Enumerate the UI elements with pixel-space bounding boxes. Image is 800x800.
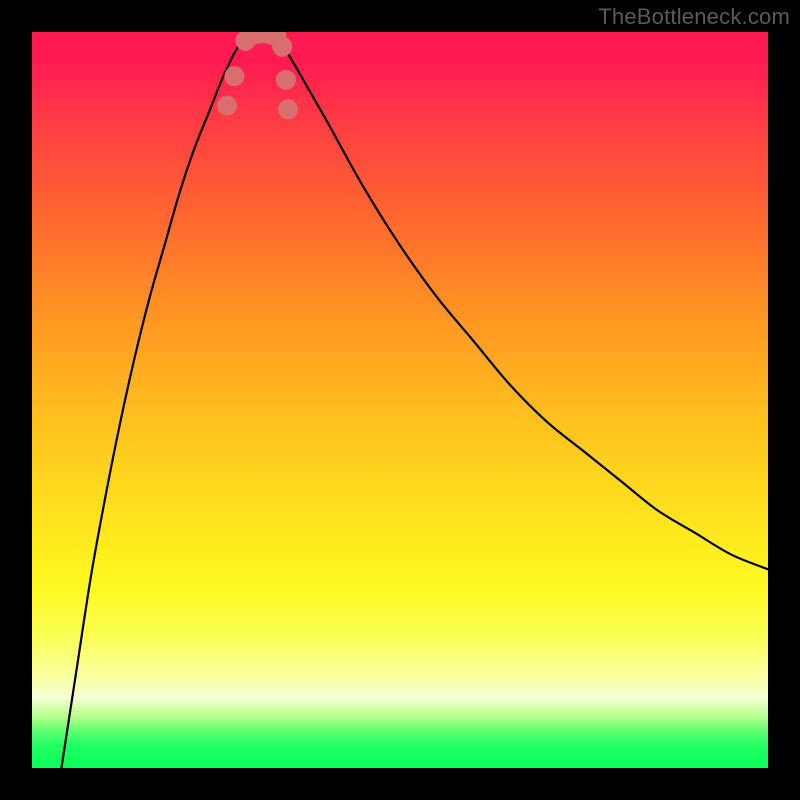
watermark-text: TheBottleneck.com (598, 4, 790, 30)
highlight-marker (272, 37, 292, 57)
chart-frame: TheBottleneck.com (0, 0, 800, 800)
highlight-marker (224, 66, 244, 86)
marker-layer (32, 32, 768, 768)
plot-area (32, 32, 768, 768)
highlight-marker (276, 70, 296, 90)
highlight-marker (217, 96, 237, 116)
highlight-marker (278, 99, 298, 119)
